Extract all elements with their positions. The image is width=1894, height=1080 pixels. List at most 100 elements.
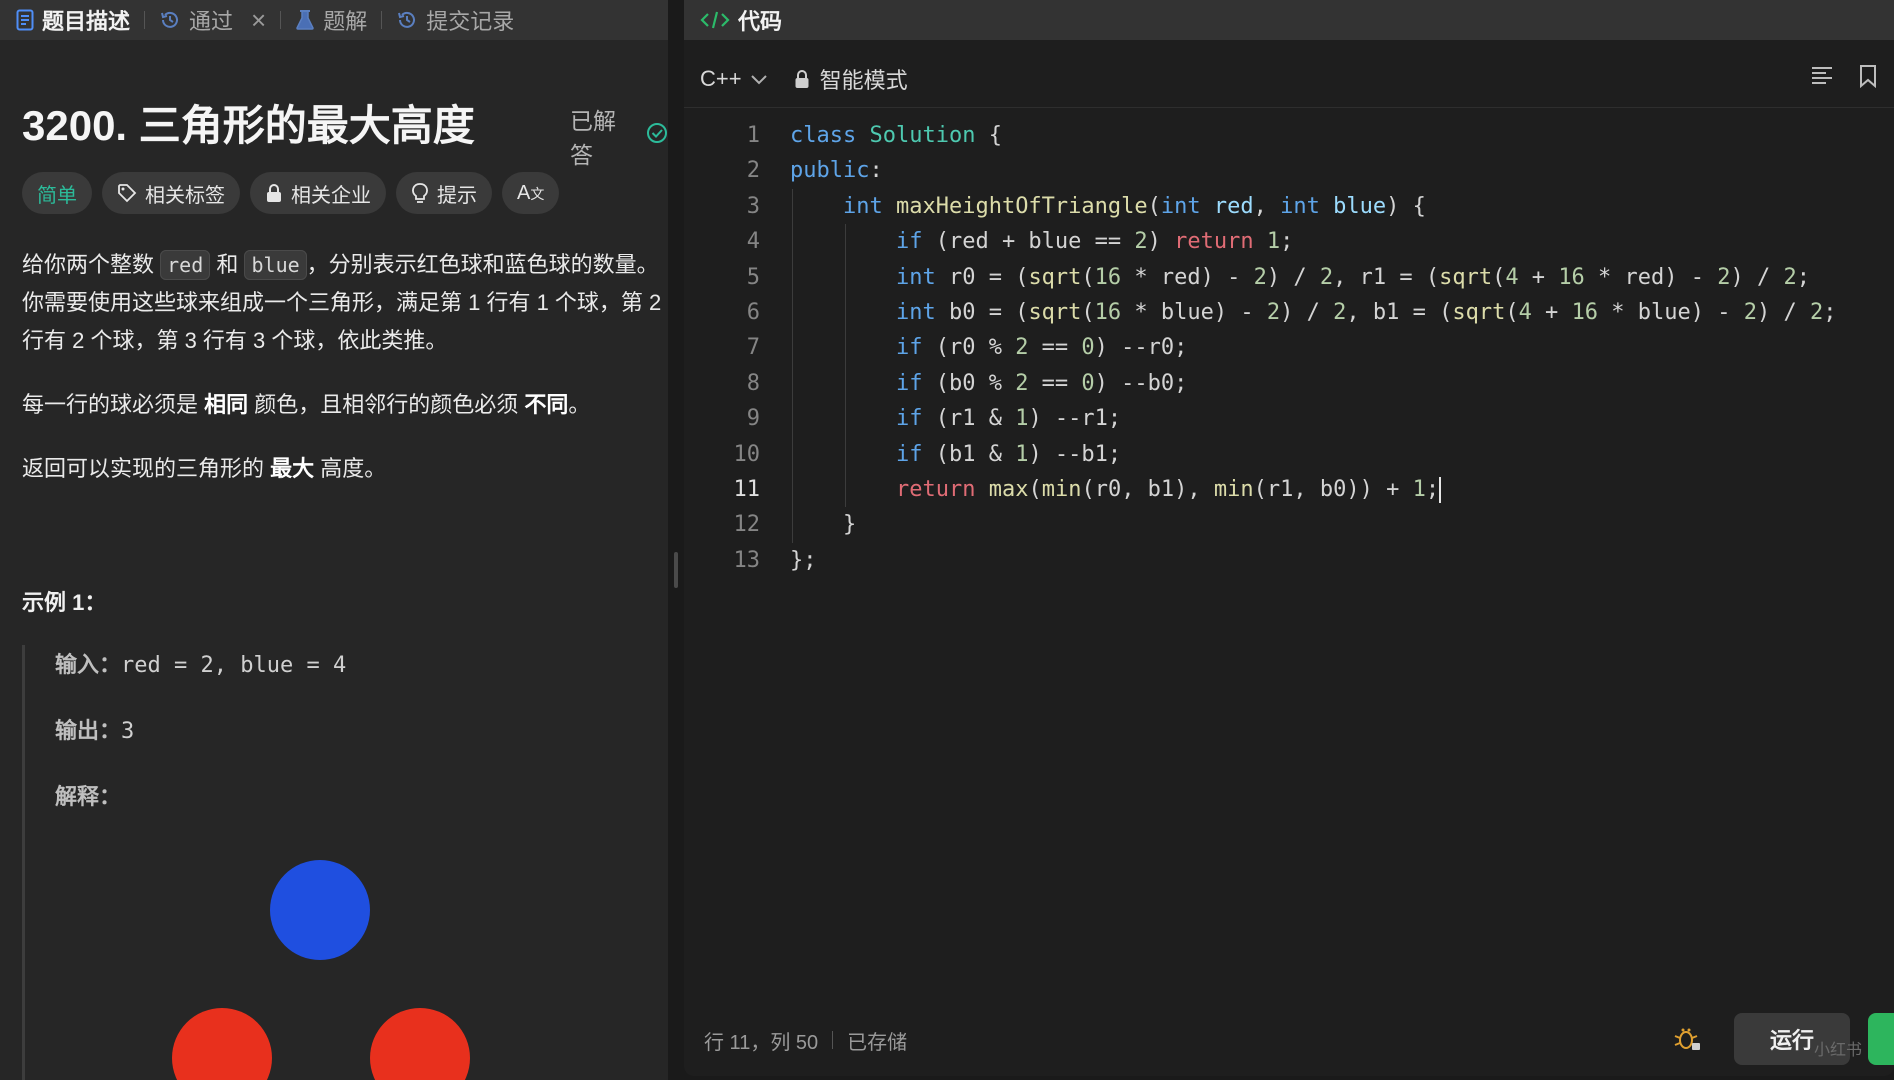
example-title: 示例 1： xyxy=(22,590,107,615)
save-status: 已存储 xyxy=(847,1031,908,1054)
code-line[interactable]: 5 int r0 = (sqrt(16 * red) - 2) / 2, r1 … xyxy=(684,260,1894,295)
problem-description: 给你两个整数 red 和 blue ，分别表示红色球和蓝色球的数量。你需要使用这些… xyxy=(22,246,668,514)
code-editor[interactable]: 1 class Solution { 2 public: 3 int maxHeight… xyxy=(684,118,1894,998)
code-line[interactable]: 8 if (b0 % 2 == 0) --b0; xyxy=(684,366,1894,401)
translate-button[interactable]: A文 xyxy=(502,172,560,214)
desc-text: 每一行的球必须是 xyxy=(22,392,205,417)
code-line-text: return max(min(r0, b1), min(r1, b0)) + 1… xyxy=(895,477,1442,503)
tab-solutions-label: 题解 xyxy=(323,9,368,34)
desc-text: 。 xyxy=(568,392,591,417)
line-number: 11 xyxy=(733,477,761,502)
line-number: 4 xyxy=(746,229,760,255)
line-number: 9 xyxy=(746,406,760,432)
smart-mode-label: 智能模式 xyxy=(819,67,908,93)
related-companies-label: 相关企业 xyxy=(291,184,371,207)
related-companies-button[interactable]: 相关企业 xyxy=(250,172,386,214)
code-line-text: int maxHeightOfTriangle(int red, int blu… xyxy=(842,193,1426,219)
text-caret xyxy=(1439,477,1442,503)
indent-guide xyxy=(792,188,793,543)
lock-icon xyxy=(794,69,810,89)
desc-text: 颜色，且相邻行的颜色必须 xyxy=(248,392,525,417)
example-explain: 解释： xyxy=(55,777,662,843)
line-number: 6 xyxy=(746,300,760,325)
tab-accepted[interactable]: 通过 × xyxy=(159,0,276,40)
smart-mode-toggle[interactable]: 智能模式 xyxy=(794,63,908,95)
history-icon xyxy=(396,9,418,31)
example-output: 输出：3 xyxy=(55,711,662,777)
code-line[interactable]: 12 } xyxy=(684,507,1894,542)
desc-text: 返回可以实现的三角形的 xyxy=(22,456,271,481)
code-line-text: }; xyxy=(790,547,817,573)
tab-separator xyxy=(144,11,146,29)
code-line-text: int r0 = (sqrt(16 * red) - 2) / 2, r1 = … xyxy=(895,264,1810,290)
code-line[interactable]: 4 if (red + blue == 2) return 1; xyxy=(684,224,1894,259)
example-input: 输入：red = 2, blue = 4 xyxy=(55,645,662,711)
code-tabbar: 代码 xyxy=(684,0,1894,40)
language-label: C++ xyxy=(700,65,742,91)
editor-toolbar-actions xyxy=(1786,64,1878,88)
desc-text: 给你两个整数 xyxy=(22,252,161,277)
submit-button[interactable] xyxy=(1868,1013,1894,1065)
code-line[interactable]: 9 if (r1 & 1) --r1; xyxy=(684,401,1894,436)
close-icon[interactable]: × xyxy=(251,5,266,36)
editor-statusbar: 行 11，列 50 已存储 xyxy=(684,1016,1894,1064)
debug-bug-icon[interactable] xyxy=(1674,1026,1702,1052)
blue-ball-image xyxy=(270,860,370,960)
difficulty-label: 简单 xyxy=(37,184,77,207)
code-line[interactable]: 2 public: xyxy=(684,153,1894,188)
code-line[interactable]: 3 int maxHeightOfTriangle(int red, int b… xyxy=(684,189,1894,224)
example-output-value: 3 xyxy=(121,719,135,744)
problem-tags: 简单 相关标签 相关企业 提示 A文 xyxy=(22,172,569,214)
run-button-label: 运行 xyxy=(1769,1028,1814,1053)
desc-text: 高度。 xyxy=(314,456,387,481)
inline-code-blue: blue xyxy=(244,250,307,280)
lock-icon xyxy=(265,183,283,203)
code-line[interactable]: 13}; xyxy=(684,543,1894,578)
tab-accepted-label: 通过 xyxy=(189,9,234,34)
code-line-text: class Solution { xyxy=(790,123,1002,148)
tab-description[interactable]: 题目描述 xyxy=(16,0,140,40)
language-select[interactable]: C++ xyxy=(700,66,768,92)
code-line[interactable]: 7 if (r0 % 2 == 0) --r0; xyxy=(684,330,1894,365)
history-icon xyxy=(159,9,181,31)
check-circle-icon xyxy=(646,122,668,150)
line-number: 5 xyxy=(746,264,760,290)
hint-label: 提示 xyxy=(437,184,477,207)
tab-separator xyxy=(381,11,383,29)
tab-solutions[interactable]: 题解 xyxy=(295,0,377,40)
lightbulb-icon xyxy=(411,182,429,204)
line-number: 13 xyxy=(733,547,761,573)
code-line-text: public: xyxy=(790,158,883,184)
hint-button[interactable]: 提示 xyxy=(396,172,492,214)
code-line[interactable]: 11 return max(min(r0, b1), min(r1, b0)) … xyxy=(684,472,1894,507)
flask-icon xyxy=(295,9,315,31)
line-number: 1 xyxy=(746,123,760,148)
watermark-text: 小红书 xyxy=(1814,1042,1863,1059)
example-output-label: 输出： xyxy=(55,718,122,743)
indent-guide xyxy=(845,224,846,508)
tag-icon xyxy=(117,183,137,203)
problem-title: 3200. 三角形的最大高度 xyxy=(22,102,475,149)
description-paragraph-1: 给你两个整数 red 和 blue ，分别表示红色球和蓝色球的数量。你需要使用这些… xyxy=(22,246,668,360)
related-tags-label: 相关标签 xyxy=(145,184,225,207)
code-line-text: if (red + blue == 2) return 1; xyxy=(895,229,1294,255)
solved-status: 已解答 xyxy=(570,102,668,170)
code-line[interactable]: 6 int b0 = (sqrt(16 * blue) - 2) / 2, b1… xyxy=(684,295,1894,330)
code-line[interactable]: 10 if (b1 & 1) --b1; xyxy=(684,437,1894,472)
example-input-label: 输入： xyxy=(55,652,122,677)
chevron-down-icon xyxy=(750,73,768,85)
bookmark-icon[interactable] xyxy=(1858,64,1878,88)
resize-grip[interactable] xyxy=(674,552,678,588)
code-panel: 代码 C++ 智能模式 1 class Solution { 2 public: 3 i… xyxy=(684,0,1894,1076)
panel-resize-handle[interactable] xyxy=(668,0,684,1080)
code-line[interactable]: 1 class Solution { xyxy=(684,118,1894,153)
line-number: 2 xyxy=(746,158,760,184)
problem-tabbar: 题目描述 通过 × 题解 提交记录 xyxy=(0,0,668,40)
line-number: 12 xyxy=(733,512,761,538)
code-line-text: } xyxy=(790,512,857,538)
format-icon[interactable] xyxy=(1810,64,1834,88)
difficulty-badge[interactable]: 简单 xyxy=(22,172,92,214)
code-line-text: if (r0 % 2 == 0) --r0; xyxy=(895,335,1188,361)
tab-submissions[interactable]: 提交记录 xyxy=(396,0,524,40)
related-tags-button[interactable]: 相关标签 xyxy=(102,172,240,214)
